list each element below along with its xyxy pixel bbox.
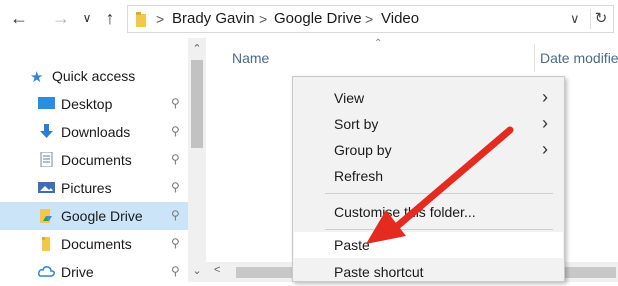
breadcrumb-video[interactable]: Video [381, 10, 419, 28]
sidebar-item-label: Desktop [61, 96, 113, 112]
sidebar-scrollbar[interactable]: ⌃ ⌄ [188, 38, 206, 282]
sidebar-item-label: Quick access [52, 68, 136, 84]
sidebar-item-label: Documents [61, 236, 132, 252]
documents-icon [40, 152, 53, 167]
menu-item-customise-folder[interactable]: Customise this folder... [294, 199, 563, 225]
chevron-right-icon: › [542, 113, 548, 133]
sidebar-item-downloads[interactable]: Downloads ⚲ [0, 118, 188, 146]
breadcrumb-separator: > [259, 11, 268, 27]
sort-ascending-icon: ⌃ [374, 38, 383, 49]
menu-item-label: Paste [334, 237, 370, 253]
pin-icon: ⚲ [171, 96, 180, 110]
folder-icon [136, 12, 146, 27]
sidebar-item-label: Drive [61, 264, 94, 280]
breadcrumb-google-drive[interactable]: Google Drive [274, 10, 362, 28]
chevron-down-icon: ∨ [82, 11, 92, 25]
pin-icon: ⚲ [171, 236, 180, 250]
menu-item-label: Group by [334, 142, 392, 158]
back-button[interactable]: ← [8, 8, 30, 28]
address-bar[interactable]: > Brady Gavin > Google Drive > Video ∨ ↻ [127, 5, 614, 33]
pin-icon: ⚲ [171, 208, 180, 222]
arrow-up-icon: ↑ [105, 8, 115, 28]
desktop-icon [38, 97, 55, 109]
menu-item-label: Refresh [334, 168, 384, 184]
navigation-pane: ★ Quick access Desktop ⚲ Downloads ⚲ Doc… [0, 38, 188, 282]
menu-separator [325, 229, 553, 230]
sidebar-item-documents-folder[interactable]: Documents ⚲ [0, 230, 188, 258]
scroll-up-icon[interactable]: ⌃ [188, 42, 206, 55]
pin-icon: ⚲ [171, 264, 180, 278]
menu-item-paste[interactable]: Paste [294, 232, 563, 258]
arrow-right-icon: → [52, 8, 70, 28]
google-drive-folder-icon [40, 209, 52, 223]
recent-locations-button[interactable]: ∨ [80, 8, 94, 28]
address-dropdown-icon[interactable]: ∨ [570, 11, 580, 27]
sidebar-item-desktop[interactable]: Desktop ⚲ [0, 90, 188, 118]
context-menu: View › Sort by › Group by › Refresh Cust… [292, 76, 565, 282]
sidebar-item-label: Documents [61, 152, 132, 168]
scrollbar-thumb[interactable] [191, 60, 203, 148]
folder-icon [42, 237, 50, 251]
column-header-name[interactable]: Name [232, 50, 269, 66]
breadcrumb-separator: > [156, 11, 165, 27]
sidebar-item-pictures[interactable]: Pictures ⚲ [0, 174, 188, 202]
menu-item-label: Customise this folder... [334, 204, 476, 220]
download-icon [40, 124, 53, 138]
arrow-left-icon: ← [10, 8, 28, 28]
menu-item-label: Sort by [334, 116, 379, 132]
sidebar-item-label: Pictures [61, 180, 112, 196]
sidebar-item-quick-access[interactable]: ★ Quick access [0, 62, 188, 90]
breadcrumb-separator: > [365, 11, 374, 27]
sidebar-item-google-drive[interactable]: Google Drive ⚲ [0, 202, 188, 230]
forward-button[interactable]: → [50, 8, 72, 28]
breadcrumb-brady-gavin[interactable]: Brady Gavin [172, 10, 255, 28]
menu-separator [325, 193, 553, 194]
pin-icon: ⚲ [171, 152, 180, 166]
pictures-icon [38, 182, 55, 193]
menu-item-view[interactable]: View › [294, 85, 563, 111]
menu-item-paste-shortcut[interactable]: Paste shortcut [294, 259, 563, 285]
column-divider[interactable] [534, 44, 535, 72]
menu-item-sort-by[interactable]: Sort by › [294, 111, 563, 137]
scroll-left-icon[interactable]: < [214, 264, 220, 276]
pin-icon: ⚲ [171, 124, 180, 138]
pin-icon: ⚲ [171, 180, 180, 194]
star-icon: ★ [30, 69, 44, 86]
menu-item-label: Paste shortcut [334, 264, 424, 280]
navigation-bar: ← → ∨ ↑ > Brady Gavin > Google Drive > V… [0, 0, 618, 38]
sidebar-item-label: Google Drive [61, 208, 143, 224]
chevron-right-icon: › [542, 87, 548, 107]
up-button[interactable]: ↑ [100, 8, 120, 28]
column-header-date-modified[interactable]: Date modifie [540, 50, 618, 66]
menu-item-group-by[interactable]: Group by › [294, 137, 563, 163]
chevron-right-icon: › [542, 139, 548, 159]
cloud-icon [38, 266, 55, 277]
refresh-icon[interactable]: ↻ [590, 9, 611, 29]
menu-item-label: View [334, 90, 365, 106]
sidebar-item-label: Downloads [61, 124, 131, 140]
sidebar-item-documents[interactable]: Documents ⚲ [0, 146, 188, 174]
menu-item-refresh[interactable]: Refresh [294, 163, 563, 189]
scroll-down-icon[interactable]: ⌄ [188, 264, 206, 277]
